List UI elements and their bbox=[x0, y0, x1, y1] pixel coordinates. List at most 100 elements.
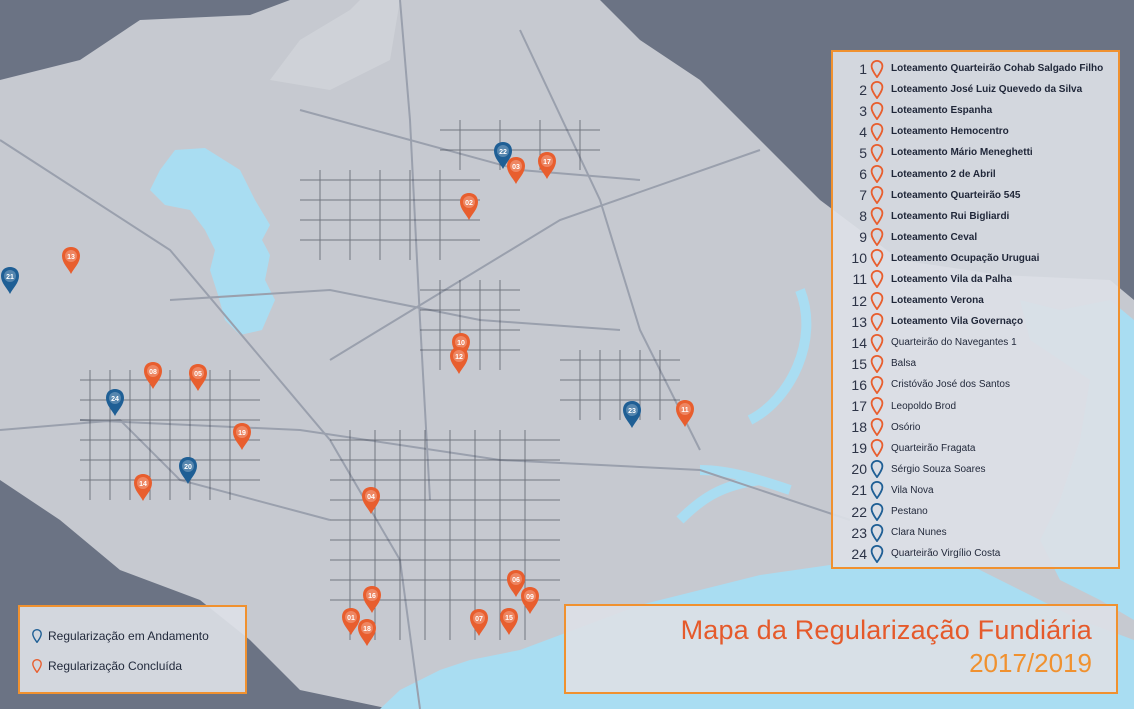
index-item: 16 Cristóvão José dos Santos bbox=[839, 374, 1112, 395]
index-item-number: 12 bbox=[851, 292, 867, 309]
map-years: 2017/2019 bbox=[969, 648, 1092, 678]
index-item: 11 Loteamento Vila da Palha bbox=[839, 269, 1112, 290]
index-list: 1 Loteamento Quarteirão Cohab Salgado Fil… bbox=[839, 58, 1112, 564]
index-item-number: 15 bbox=[851, 355, 867, 372]
index-item: 10 Loteamento Ocupação Uruguai bbox=[839, 248, 1112, 269]
index-item: 1 Loteamento Quarteirão Cohab Salgado Fil… bbox=[839, 58, 1112, 79]
index-item: 4 Loteamento Hemocentro bbox=[839, 121, 1112, 142]
legend-ongoing-label: Regularização em Andamento bbox=[48, 629, 209, 643]
marker-label: 24 bbox=[111, 396, 119, 403]
index-item-label: Loteamento Hemocentro bbox=[891, 126, 1009, 138]
index-item-label: Clara Nunes bbox=[891, 527, 947, 539]
marker-label: 20 bbox=[184, 464, 192, 471]
map-pin-icon bbox=[870, 59, 884, 78]
map-pin-icon bbox=[870, 397, 884, 416]
index-item: 7 Loteamento Quarteirão 545 bbox=[839, 185, 1112, 206]
index-item-label: Loteamento Vila Governaço bbox=[891, 316, 1024, 328]
map-pin-icon bbox=[870, 143, 884, 162]
index-item-number: 14 bbox=[851, 334, 867, 351]
map-pin-icon bbox=[870, 291, 884, 310]
index-item-label: Loteamento Mário Meneghetti bbox=[891, 147, 1033, 159]
map-pin-icon bbox=[870, 186, 884, 205]
map-pin-icon bbox=[870, 544, 884, 563]
index-item: 3 Loteamento Espanha bbox=[839, 100, 1112, 121]
index-item-number: 22 bbox=[851, 503, 867, 520]
legend-ongoing: Regularização em Andamento bbox=[32, 621, 245, 651]
index-item: 22 Pestano bbox=[839, 501, 1112, 522]
marker-label: 22 bbox=[499, 149, 507, 156]
index-item: 21 Vila Nova bbox=[839, 480, 1112, 501]
index-item: 24 Quarteirão Virgílio Costa bbox=[839, 543, 1112, 564]
index-item-label: Loteamento Quarteirão 545 bbox=[891, 189, 1021, 201]
index-item-label: Loteamento Verona bbox=[891, 295, 984, 307]
index-item-label: Quarteirão do Navegantes 1 bbox=[891, 337, 1017, 349]
index-item-number: 20 bbox=[851, 461, 867, 478]
marker-label: 12 bbox=[455, 354, 463, 361]
map-pin-icon bbox=[870, 249, 884, 268]
index-item-label: Vila Nova bbox=[891, 484, 934, 496]
index-item-number: 5 bbox=[859, 144, 867, 161]
index-item-number: 3 bbox=[859, 102, 867, 119]
index-item: 14 Quarteirão do Navegantes 1 bbox=[839, 332, 1112, 353]
index-item-number: 21 bbox=[851, 482, 867, 499]
map-pin-icon bbox=[870, 80, 884, 99]
index-item-number: 11 bbox=[852, 271, 867, 288]
marker-label: 23 bbox=[628, 408, 636, 415]
marker-label: 08 bbox=[149, 369, 157, 376]
marker-label: 19 bbox=[238, 430, 246, 437]
index-item-label: Loteamento Espanha bbox=[891, 105, 993, 117]
index-item-number: 17 bbox=[851, 398, 867, 415]
marker-label: 10 bbox=[457, 340, 465, 347]
map-pin-icon bbox=[870, 333, 884, 352]
index-item: 12 Loteamento Verona bbox=[839, 290, 1112, 311]
marker-label: 05 bbox=[194, 371, 202, 378]
completed-pin-icon bbox=[32, 659, 42, 673]
marker-label: 18 bbox=[363, 626, 371, 633]
marker-label: 16 bbox=[368, 593, 376, 600]
map-pin-icon bbox=[870, 312, 884, 331]
map-pin-icon bbox=[870, 439, 884, 458]
index-item-number: 1 bbox=[859, 60, 867, 77]
index-item-number: 18 bbox=[851, 419, 867, 436]
index-item: 18 Osório bbox=[839, 417, 1112, 438]
index-item-number: 2 bbox=[859, 81, 867, 98]
index-item-number: 23 bbox=[851, 524, 867, 541]
map-title: Mapa da Regularização Fundiária bbox=[680, 615, 1092, 645]
index-item-number: 7 bbox=[859, 187, 867, 204]
index-item-number: 24 bbox=[851, 545, 867, 562]
index-item: 5 Loteamento Mário Meneghetti bbox=[839, 142, 1112, 163]
index-item: 17 Leopoldo Brod bbox=[839, 396, 1112, 417]
index-item-label: Quarteirão Fragata bbox=[891, 442, 976, 454]
map-pin-icon bbox=[870, 165, 884, 184]
index-item-label: Cristóvão José dos Santos bbox=[891, 379, 1010, 391]
legend-completed-label: Regularização Concluída bbox=[48, 659, 183, 673]
index-item-label: Sérgio Souza Soares bbox=[891, 463, 986, 475]
index-item: 15 Balsa bbox=[839, 353, 1112, 374]
map-pin-icon bbox=[870, 523, 884, 542]
index-item-label: Loteamento Rui Bigliardi bbox=[891, 210, 1010, 222]
map-pin-icon bbox=[870, 375, 884, 394]
index-item-label: Loteamento Ocupação Uruguai bbox=[891, 252, 1040, 264]
index-item-label: Loteamento Quarteirão Cohab Salgado Filh… bbox=[891, 63, 1104, 75]
map-pin-icon bbox=[870, 122, 884, 141]
marker-label: 02 bbox=[465, 200, 473, 207]
index-item-number: 9 bbox=[859, 229, 867, 246]
index-item-number: 4 bbox=[859, 123, 867, 140]
map-pin-icon bbox=[870, 460, 884, 479]
map-pin-icon bbox=[870, 207, 884, 226]
marker-label: 21 bbox=[6, 274, 14, 281]
legend-completed: Regularização Concluída bbox=[32, 651, 245, 681]
map-pin-icon bbox=[870, 418, 884, 437]
index-item-number: 8 bbox=[859, 208, 867, 225]
index-item-number: 16 bbox=[851, 376, 867, 393]
index-item: 20 Sérgio Souza Soares bbox=[839, 459, 1112, 480]
index-item-label: Loteamento Vila da Palha bbox=[891, 273, 1012, 285]
index-panel: 1 Loteamento Quarteirão Cohab Salgado Fil… bbox=[831, 50, 1120, 569]
index-item-label: Pestano bbox=[891, 506, 928, 518]
index-item-label: Quarteirão Virgílio Costa bbox=[891, 548, 1001, 560]
index-item: 6 Loteamento 2 de Abril bbox=[839, 163, 1112, 184]
index-item-label: Balsa bbox=[891, 358, 917, 370]
index-item-label: Loteamento 2 de Abril bbox=[891, 168, 996, 180]
marker-label: 11 bbox=[681, 407, 689, 414]
marker-label: 09 bbox=[526, 594, 534, 601]
